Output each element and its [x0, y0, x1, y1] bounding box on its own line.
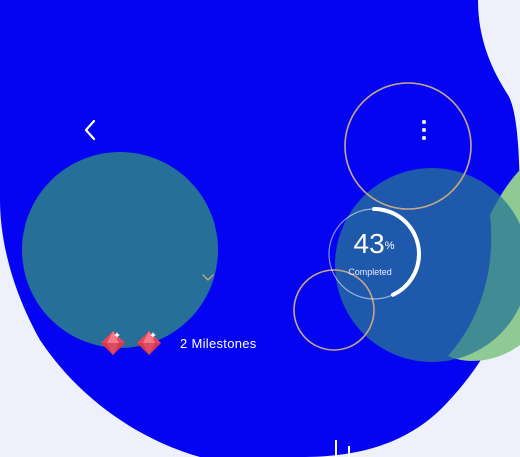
progress-unit: % — [384, 240, 395, 252]
gem-icon — [101, 331, 125, 355]
back-button[interactable] — [78, 116, 102, 144]
progress-caption: Completed — [348, 267, 392, 277]
progress-ring: 43% Completed — [325, 205, 423, 303]
gem-icon — [137, 331, 161, 355]
progress-value: 43 — [353, 228, 385, 259]
progress-percent: 43% — [325, 229, 423, 259]
chevron-left-icon — [84, 119, 96, 141]
decorative-background — [0, 0, 520, 457]
teal-circle-left — [22, 152, 218, 348]
vertical-ellipsis-icon — [422, 120, 426, 140]
milestones-summary: 2 Milestones — [98, 328, 257, 358]
more-options-button[interactable] — [413, 116, 435, 144]
milestones-label: 2 Milestones — [180, 335, 257, 351]
decorative-tick-marks — [335, 440, 350, 457]
chevron-down-icon[interactable] — [201, 273, 215, 283]
